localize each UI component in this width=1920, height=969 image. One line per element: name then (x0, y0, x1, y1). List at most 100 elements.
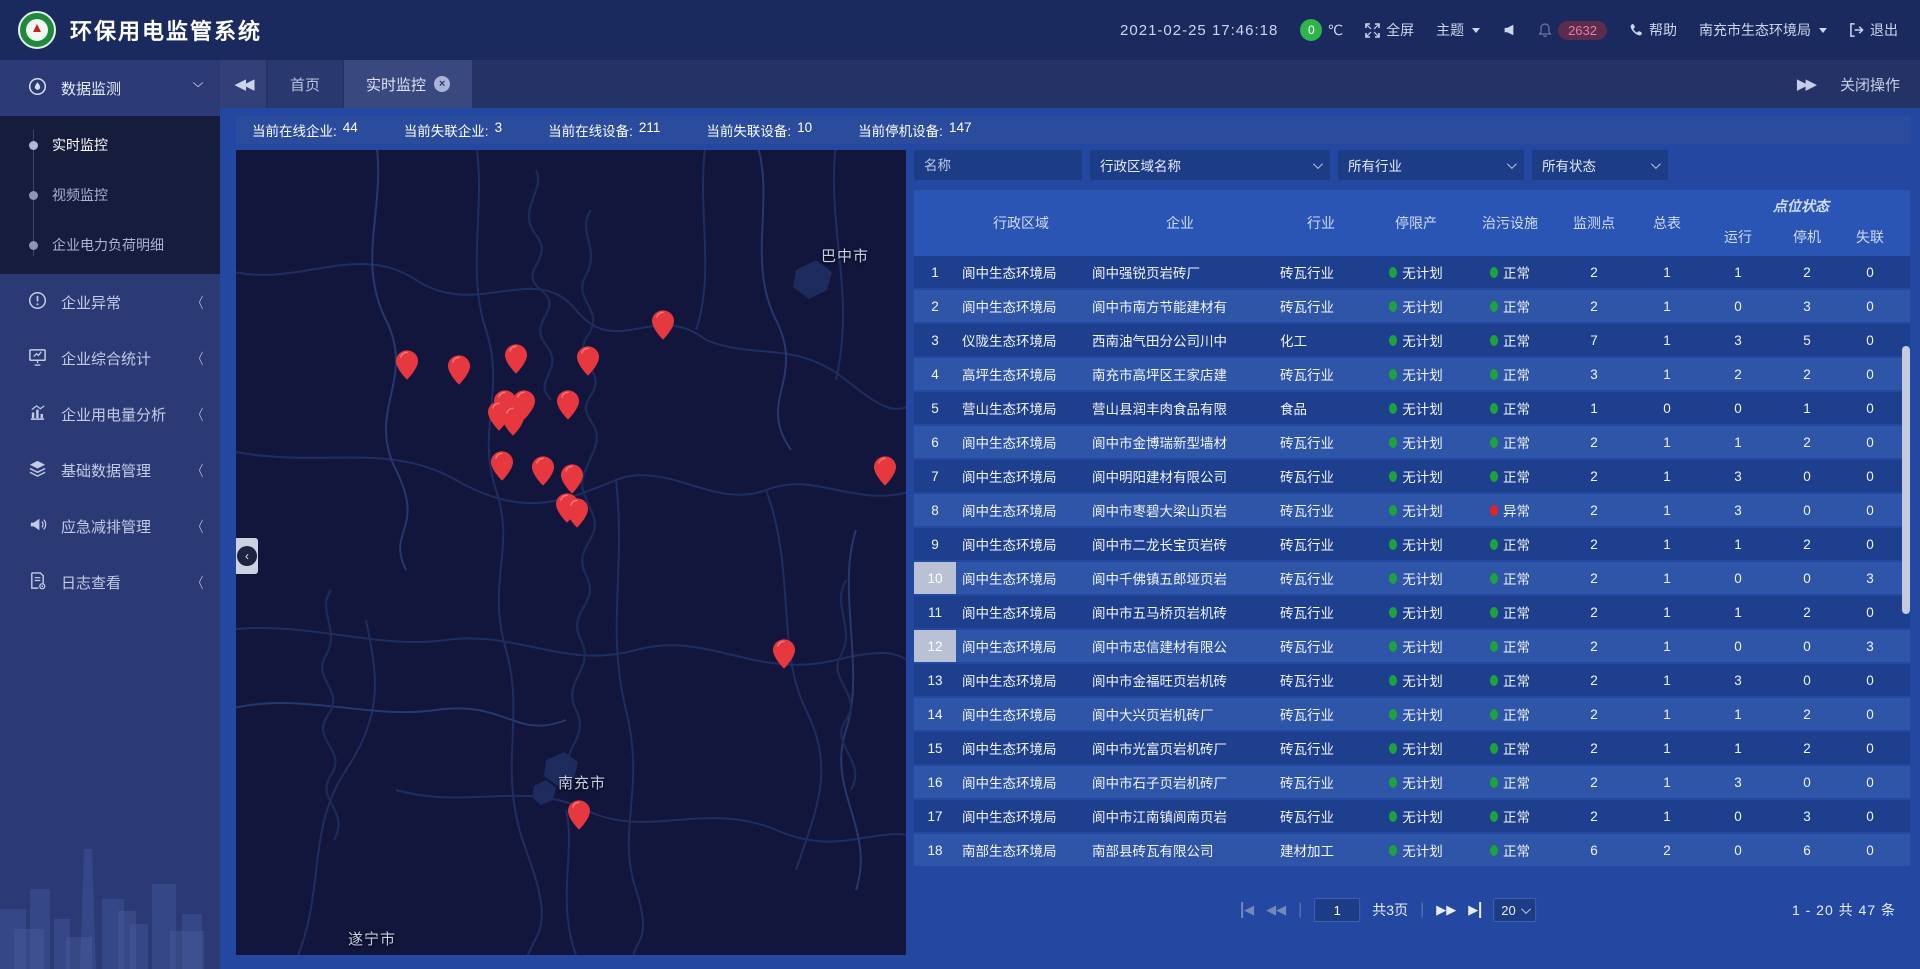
tab-home[interactable]: 首页 (268, 60, 342, 108)
logout-button[interactable]: 退出 (1849, 20, 1898, 40)
presentation-board-icon (28, 347, 47, 370)
page-number-input[interactable] (1314, 898, 1360, 922)
bar-chart-icon (28, 403, 47, 426)
map-pin[interactable] (532, 456, 554, 486)
pagination-bar: ◀ ◀◀ | 共3页 | ▶▶ ▶ 20 (914, 890, 1910, 930)
sidebar-item-realtime-monitor[interactable]: 实时监控 (0, 120, 220, 170)
table-row[interactable]: 12 阆中生态环境局 阆中市忠信建材有限公 砖瓦行业 无计划 正常 2 1 0 … (914, 630, 1910, 664)
status-dot (1490, 267, 1498, 278)
col-group-point-status: 点位状态 (1702, 190, 1900, 218)
chevron-left-icon: 〈 (193, 572, 204, 592)
map-city-label: 巴中市 (821, 245, 869, 266)
status-dot-green (1389, 301, 1397, 312)
map-pin[interactable] (874, 456, 896, 486)
sidebar-item-power-analysis[interactable]: 企业用电量分析 〈 (0, 386, 220, 442)
sidebar-item-company-statistics[interactable]: 企业综合统计 〈 (0, 330, 220, 386)
tabs-scroll-right-button[interactable]: ▶▶ (1797, 75, 1814, 93)
table-row[interactable]: 13 阆中生态环境局 阆中市金福旺页岩机砖 砖瓦行业 无计划 正常 2 1 3 … (914, 664, 1910, 698)
stats-bar: 当前在线企业:44 当前失联企业:3 当前在线设备:211 当前失联设备:10 … (236, 116, 1910, 144)
sidebar-item-emission-management[interactable]: 应急减排管理 〈 (0, 498, 220, 554)
fullscreen-icon (1365, 23, 1380, 38)
region-filter-select[interactable]: 行政区域名称 (1090, 150, 1330, 180)
map-pin[interactable] (448, 355, 470, 385)
sidebar-item-video-monitor[interactable]: 视频监控 (0, 170, 220, 220)
next-page-button[interactable]: ▶▶ (1436, 902, 1456, 918)
chevron-left-icon: ‹ (237, 546, 257, 566)
sidebar-item-data-monitoring[interactable]: 数据监测 ﹀ (0, 60, 220, 116)
table-row[interactable]: 9 阆中生态环境局 阆中市二龙长宝页岩砖 砖瓦行业 无计划 正常 2 1 1 2… (914, 528, 1910, 562)
table-row[interactable]: 2 阆中生态环境局 阆中市南方节能建材有 砖瓦行业 无计划 正常 2 1 0 3… (914, 290, 1910, 324)
org-dropdown[interactable]: 南充市生态环境局 (1699, 20, 1827, 40)
map-pin[interactable] (505, 344, 527, 374)
tab-close-icon[interactable]: × (434, 76, 450, 92)
table-row[interactable]: 3 仪陇生态环境局 西南油气田分公司川中 化工 无计划 正常 7 1 3 5 0 (914, 324, 1910, 358)
table-scrollbar-thumb[interactable] (1902, 346, 1910, 614)
table-row[interactable]: 6 阆中生态环境局 阆中市金博瑞新型墙材 砖瓦行业 无计划 正常 2 1 1 2… (914, 426, 1910, 460)
table-row[interactable]: 1 阆中生态环境局 阆中强锐页岩砖厂 砖瓦行业 无计划 正常 2 1 1 2 0 (914, 256, 1910, 290)
sidebar-item-base-data[interactable]: 基础数据管理 〈 (0, 442, 220, 498)
table-row[interactable]: 14 阆中生态环境局 阆中大兴页岩机砖厂 砖瓦行业 无计划 正常 2 1 1 2… (914, 698, 1910, 732)
table-row[interactable]: 16 阆中生态环境局 阆中市石子页岩机砖厂 砖瓦行业 无计划 正常 2 1 3 … (914, 766, 1910, 800)
map-pin[interactable] (561, 464, 583, 494)
bullet-dot-icon (29, 191, 38, 200)
col-facility: 治污设施 (1464, 190, 1556, 256)
status-filter-select[interactable]: 所有状态 (1532, 150, 1668, 180)
map-pin[interactable] (652, 310, 674, 340)
map-roads-layer (236, 150, 906, 955)
fullscreen-button[interactable]: 全屏 (1365, 20, 1414, 40)
map-pin[interactable] (513, 390, 535, 420)
map-pin[interactable] (568, 800, 590, 830)
prev-page-button[interactable]: ◀◀ (1266, 902, 1286, 918)
bullet-dot-icon (29, 241, 38, 250)
app-logo (18, 11, 56, 49)
map-pin[interactable] (566, 498, 588, 528)
sidebar-item-power-load-detail[interactable]: 企业电力负荷明细 (0, 220, 220, 270)
map-pin[interactable] (396, 350, 418, 380)
alert-circle-icon (28, 291, 47, 314)
map-pin[interactable] (491, 451, 513, 481)
map-pin[interactable] (557, 390, 579, 420)
col-industry: 行业 (1274, 190, 1368, 256)
sidebar-item-log-view[interactable]: 日志查看 〈 (0, 554, 220, 610)
status-dot-green (1389, 403, 1397, 414)
theme-dropdown[interactable]: 主题 (1436, 20, 1480, 40)
tab-realtime-monitor[interactable]: 实时监控 × (344, 60, 472, 108)
table-row[interactable]: 7 阆中生态环境局 阆中明阳建材有限公司 砖瓦行业 无计划 正常 2 1 3 0… (914, 460, 1910, 494)
map-collapse-handle[interactable]: ‹ (236, 538, 258, 574)
tabs-scroll-left-button[interactable]: ◀◀ (220, 60, 266, 108)
name-filter-field[interactable] (914, 150, 1082, 180)
sound-button[interactable] (1502, 23, 1516, 37)
last-page-button[interactable]: ▶ (1468, 902, 1481, 918)
datetime-label: 2021-02-25 17:46:18 (1120, 22, 1278, 39)
name-search-input[interactable] (924, 158, 1072, 173)
status-dot-green (1389, 369, 1397, 380)
help-button[interactable]: 帮助 (1629, 20, 1677, 40)
table-row[interactable]: 18 南部生态环境局 南部县砖瓦有限公司 建材加工 无计划 正常 6 2 0 6… (914, 834, 1910, 868)
table-row[interactable]: 11 阆中生态环境局 阆中市五马桥页岩机砖 砖瓦行业 无计划 正常 2 1 1 … (914, 596, 1910, 630)
map-canvas[interactable]: ‹ 巴中市南充市遂宁市 (236, 150, 906, 955)
table-row[interactable]: 15 阆中生态环境局 阆中市光富页岩机砖厂 砖瓦行业 无计划 正常 2 1 1 … (914, 732, 1910, 766)
megaphone-icon (28, 515, 47, 538)
table-row[interactable]: 17 阆中生态环境局 阆中市江南镇阆南页岩 砖瓦行业 无计划 正常 2 1 0 … (914, 800, 1910, 834)
industry-filter-select[interactable]: 所有行业 (1338, 150, 1524, 180)
status-dot (1490, 641, 1498, 652)
table-row[interactable]: 4 高坪生态环境局 南充市高坪区王家店建 砖瓦行业 无计划 正常 3 1 2 2… (914, 358, 1910, 392)
page-size-select[interactable]: 20 (1493, 898, 1535, 922)
col-lost: 失联 (1840, 218, 1900, 256)
first-page-button[interactable]: ◀ (1241, 902, 1254, 918)
chevron-down-icon (1472, 28, 1480, 33)
stat-lost-companies: 当前失联企业:3 (404, 120, 502, 140)
table-row[interactable]: 5 营山生态环境局 营山县润丰肉食品有限 食品 无计划 正常 1 0 0 1 0 (914, 392, 1910, 426)
table-row[interactable]: 10 阆中生态环境局 阆中千佛镇五郎垭页岩 砖瓦行业 无计划 正常 2 1 0 … (914, 562, 1910, 596)
notifications-button[interactable]: 2632 (1538, 21, 1607, 40)
map-pin[interactable] (577, 346, 599, 376)
close-operations-button[interactable]: 关闭操作 (1840, 74, 1900, 95)
map-pin[interactable] (773, 639, 795, 669)
chevron-down-icon (1819, 28, 1827, 33)
chevron-down-icon: ﹀ (193, 78, 204, 98)
table-row[interactable]: 8 阆中生态环境局 阆中市枣碧大梁山页岩 砖瓦行业 无计划 异常 2 1 3 0… (914, 494, 1910, 528)
status-dot-green (1389, 539, 1397, 550)
stat-stopped-devices: 当前停机设备:147 (858, 120, 971, 140)
sidebar-item-company-abnormal[interactable]: 企业异常 〈 (0, 274, 220, 330)
bullet-dot-icon (29, 141, 38, 150)
